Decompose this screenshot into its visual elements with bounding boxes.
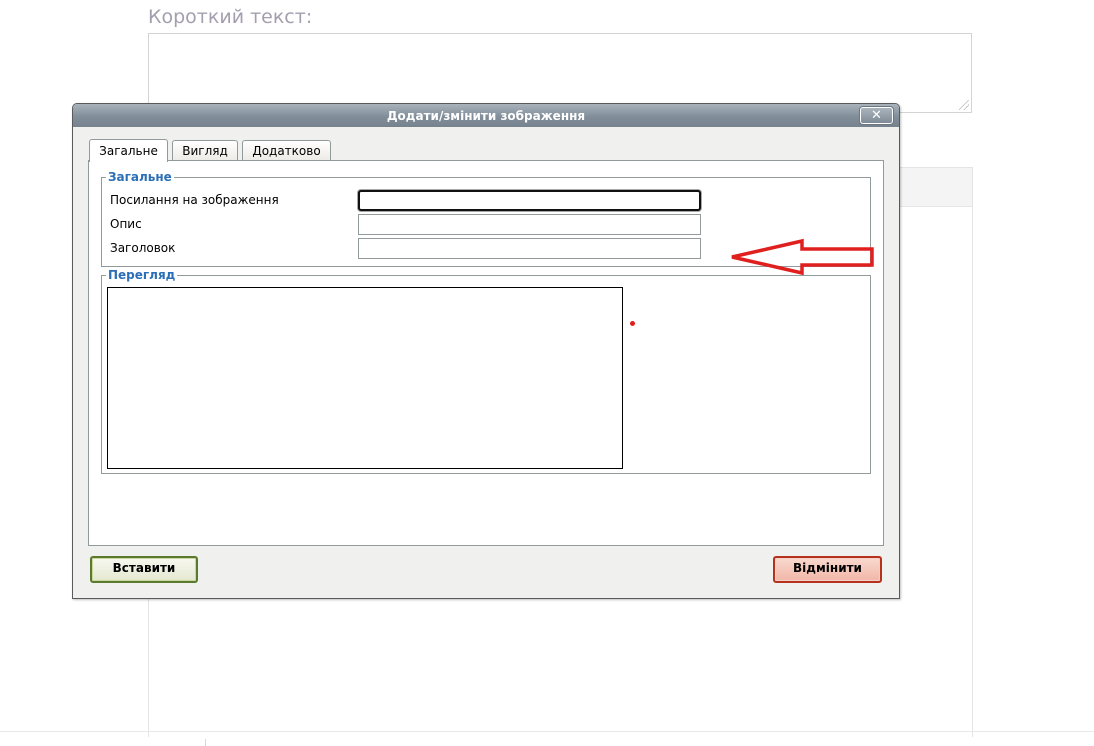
- image-url-label: Посилання на зображення: [110, 193, 279, 207]
- dialog-title: Додати/змінити зображення: [386, 109, 586, 123]
- tab-appearance[interactable]: Вигляд: [172, 140, 238, 161]
- general-legend: Загальне: [108, 170, 172, 184]
- image-dialog: Додати/змінити зображення ✕ Загальне Виг…: [72, 103, 900, 599]
- tab-advanced[interactable]: Додатково: [242, 140, 331, 161]
- image-preview: [107, 287, 623, 469]
- title-label: Заголовок: [110, 241, 176, 255]
- description-label: Опис: [110, 217, 142, 231]
- resize-grip-icon[interactable]: [959, 100, 969, 110]
- title-input[interactable]: [358, 238, 701, 259]
- dialog-titlebar[interactable]: Додати/змінити зображення ✕: [73, 104, 899, 127]
- page-divider-tick: [205, 739, 206, 746]
- insert-button[interactable]: Вставити: [90, 556, 198, 583]
- preview-legend: Перегляд: [108, 268, 176, 282]
- red-dot-marker: [630, 321, 635, 326]
- short-text-textarea[interactable]: [148, 33, 972, 113]
- image-url-input[interactable]: [358, 190, 701, 211]
- tab-general[interactable]: Загальне: [89, 139, 168, 162]
- description-input[interactable]: [358, 214, 701, 235]
- page-divider: [0, 731, 1094, 732]
- red-arrow-annotation: [731, 238, 874, 276]
- tab-panel-general: Загальне Посилання на зображення Опис За…: [88, 160, 884, 546]
- close-icon: ✕: [871, 108, 882, 123]
- close-button[interactable]: ✕: [860, 107, 893, 124]
- cancel-button[interactable]: Відмінити: [773, 556, 882, 583]
- short-text-label: Короткий текст:: [148, 6, 313, 28]
